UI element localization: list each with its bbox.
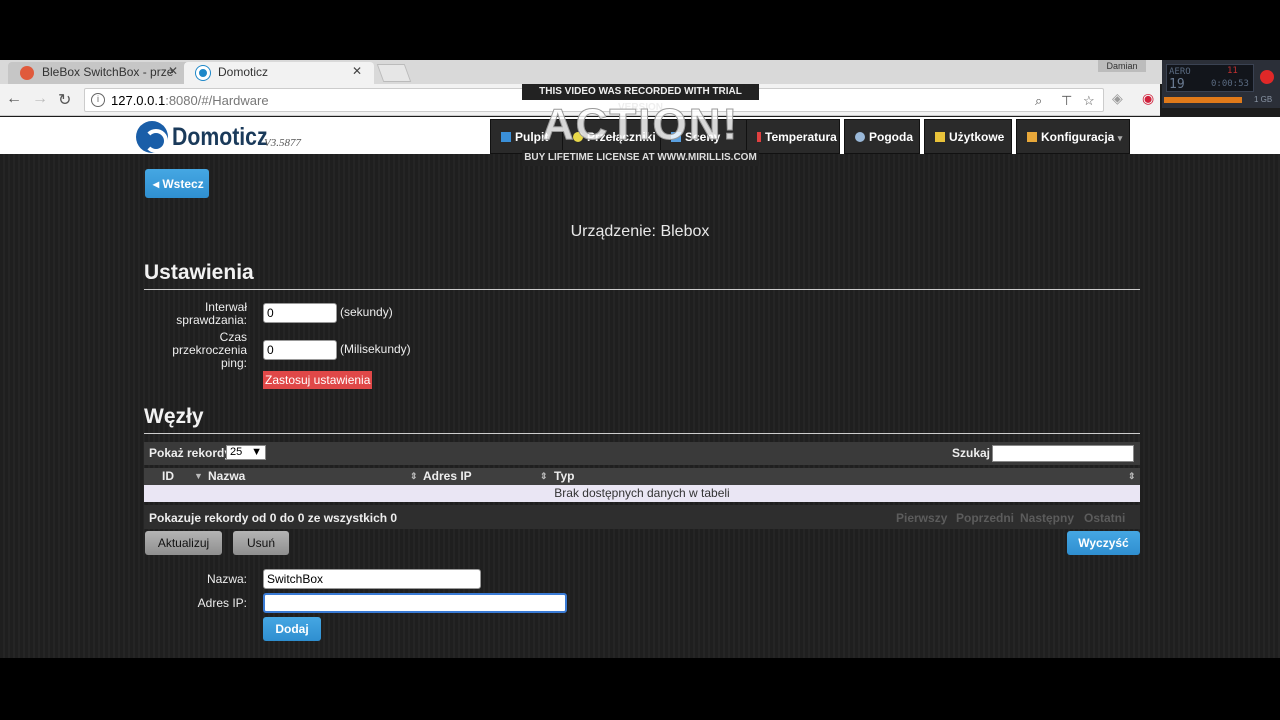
- sort-icon: ⇕: [410, 471, 418, 481]
- ip-label: Adres IP:: [197, 596, 247, 610]
- url-text: 127.0.0.1:8080/#/Hardware: [111, 93, 269, 108]
- show-records-label: Pokaż rekordy: [149, 446, 232, 460]
- recorder-widget: AERO 11 19 0:00:53 1 GB: [1162, 60, 1280, 108]
- tab-strip: BleBox SwitchBox - prze ✕ Domoticz ✕ Dam…: [0, 60, 1280, 84]
- interval-unit: (sekundy): [340, 305, 393, 319]
- nav-label: Konfiguracja: [1041, 130, 1115, 144]
- pager-last[interactable]: Ostatni: [1084, 511, 1125, 525]
- tab-label: BleBox SwitchBox - prze: [42, 65, 174, 79]
- tab-domoticz[interactable]: Domoticz ✕: [184, 62, 374, 84]
- chevron-left-icon: ◂: [153, 177, 163, 191]
- close-icon[interactable]: ✕: [352, 64, 362, 78]
- watermark-logo: ACTION!: [541, 100, 740, 150]
- domoticz-favicon-icon: [196, 66, 210, 80]
- nav-uzytkowe[interactable]: Użytkowe: [924, 119, 1012, 154]
- col-name[interactable]: Nazwa: [208, 469, 245, 483]
- delete-button[interactable]: Usuń: [233, 531, 289, 555]
- page-size-value: 25: [230, 446, 243, 458]
- logo-version: V3.5877: [264, 137, 301, 149]
- forward-arrow-icon[interactable]: →: [32, 90, 48, 108]
- chevron-down-icon: ▾: [1117, 133, 1123, 143]
- pinterest-icon[interactable]: ◉: [1142, 90, 1154, 107]
- nav-label: Pogoda: [869, 130, 913, 144]
- interval-label: Interwał sprawdzania:: [150, 301, 247, 327]
- nav-pogoda[interactable]: Pogoda: [844, 119, 920, 154]
- nav-label: Użytkowe: [949, 130, 1005, 144]
- col-ip[interactable]: Adres IP: [423, 469, 472, 483]
- table-footer: Pokazuje rekordy od 0 do 0 ze wszystkich…: [144, 505, 1140, 529]
- info-icon[interactable]: i: [91, 93, 105, 107]
- col-type[interactable]: Typ: [554, 469, 574, 483]
- bookmark-star-icon[interactable]: ☆: [1083, 93, 1095, 109]
- add-button[interactable]: Dodaj: [263, 617, 321, 641]
- back-label: Wstecz: [162, 177, 204, 191]
- settings-title: Ustawienia: [144, 261, 1140, 290]
- back-button[interactable]: ◂ Wstecz: [145, 169, 209, 198]
- page-size-select[interactable]: 25 ▼: [226, 445, 266, 460]
- sort-icon: ⇕: [540, 471, 548, 481]
- recorder-label: AERO: [1169, 67, 1191, 77]
- search-input[interactable]: [992, 445, 1134, 462]
- timeout-label-line: ping:: [220, 356, 247, 370]
- recorder-display: AERO 11 19 0:00:53: [1166, 64, 1254, 92]
- recorder-storage: 1 GB: [1254, 95, 1273, 104]
- logo-text: Domoticz: [172, 123, 268, 151]
- url-path: :8080/#/Hardware: [165, 93, 269, 108]
- device-title: Urządzenie: Blebox: [570, 223, 710, 240]
- profile-name[interactable]: Damian: [1098, 60, 1146, 72]
- records-info: Pokazuje rekordy od 0 do 0 ze wszystkich…: [149, 511, 398, 525]
- pager-first[interactable]: Pierwszy: [896, 511, 947, 525]
- pager-previous[interactable]: Poprzedni: [956, 511, 1014, 525]
- zoom-icon[interactable]: ⌕: [1035, 93, 1042, 109]
- record-icon[interactable]: [1260, 70, 1274, 84]
- tab-label: Domoticz: [218, 65, 269, 79]
- back-arrow-icon[interactable]: ←: [6, 90, 22, 108]
- name-input[interactable]: [263, 569, 481, 589]
- recorder-storage-bar: [1164, 97, 1242, 103]
- tab-blebox[interactable]: BleBox SwitchBox - prze ✕: [8, 62, 190, 84]
- col-id[interactable]: ID: [162, 469, 174, 483]
- recorder-time: 0:00:53: [1211, 79, 1249, 89]
- nodes-title: Węzły: [144, 405, 1140, 434]
- pager-next[interactable]: Następny: [1020, 511, 1074, 525]
- table-empty-row: Brak dostępnych danych w tabeli: [144, 485, 1140, 502]
- table-controls: Pokaż rekordy 25 ▼ Szukaj :: [144, 442, 1140, 465]
- dashboard-icon: [501, 132, 511, 142]
- nav-konfiguracja[interactable]: Konfiguracja ▾: [1016, 119, 1130, 154]
- interval-input[interactable]: [263, 303, 337, 323]
- shield-icon[interactable]: ◈: [1112, 90, 1123, 107]
- watermark-top: THIS VIDEO WAS RECORDED WITH TRIAL VERSI…: [522, 84, 759, 113]
- reload-icon[interactable]: ↻: [58, 90, 71, 110]
- search-label: Szukaj :: [952, 446, 998, 460]
- url-host: 127.0.0.1: [111, 93, 166, 108]
- nav-temperatura[interactable]: Temperatura: [746, 119, 840, 154]
- nav-label: Temperatura: [765, 130, 837, 144]
- new-tab-button[interactable]: [376, 64, 412, 82]
- close-icon[interactable]: ✕: [168, 64, 178, 78]
- update-button[interactable]: Aktualizuj: [145, 531, 222, 555]
- timeout-unit: (Milisekundy): [340, 342, 411, 356]
- table-header: ID ▼ Nazwa ⇕ Adres IP ⇕ Typ ⇕: [144, 468, 1140, 485]
- utility-icon: [935, 132, 945, 142]
- domoticz-page: Domoticz V3.5877 Pulpit Przełączniki Sce…: [0, 117, 1280, 658]
- sort-icon: ⇕: [1128, 471, 1136, 481]
- timeout-label: Czas przekroczenia ping:: [150, 331, 247, 370]
- clear-button[interactable]: Wyczyść: [1067, 531, 1140, 555]
- interval-label-line: sprawdzania:: [176, 313, 247, 327]
- tools-icon: [1027, 132, 1037, 142]
- sort-icon: ▼: [194, 471, 203, 481]
- apply-settings-button[interactable]: Zastosuj ustawienia: [263, 371, 373, 389]
- watermark-bottom: BUY LIFETIME LICENSE AT WWW.MIRILLIS.COM: [522, 150, 759, 166]
- recorder-timer-small: 11: [1227, 66, 1238, 76]
- name-label: Nazwa:: [206, 572, 247, 586]
- domoticz-logo-icon: [136, 121, 168, 153]
- timeout-input[interactable]: [263, 340, 337, 360]
- trial-watermark: THIS VIDEO WAS RECORDED WITH TRIAL VERSI…: [522, 84, 759, 168]
- ip-input[interactable]: [263, 593, 567, 613]
- blebox-favicon-icon: [20, 66, 34, 80]
- browser-window: BleBox SwitchBox - prze ✕ Domoticz ✕ Dam…: [0, 60, 1280, 658]
- weather-cloud-icon: [855, 132, 865, 142]
- pin-icon[interactable]: ⊤: [1061, 93, 1072, 109]
- dropdown-arrow-icon: ▼: [251, 446, 262, 458]
